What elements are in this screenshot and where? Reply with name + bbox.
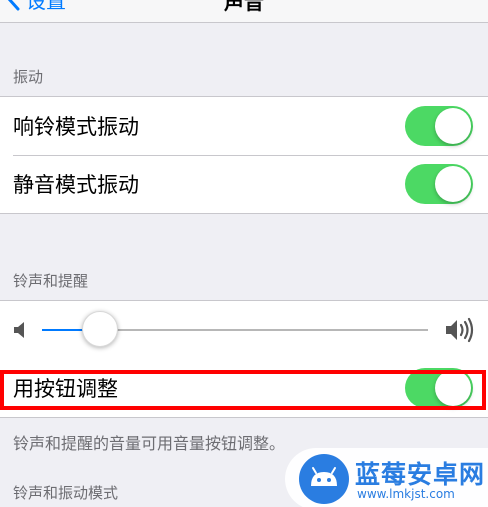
change-with-buttons-toggle[interactable] [405,368,473,408]
navigation-bar: 设置 声音 [0,0,488,23]
slider-thumb[interactable] [81,311,118,347]
vibration-group: 响铃模式振动 静音模式振动 [0,96,488,214]
section-header-vibration: 振动 [13,68,44,86]
section-header-sounds-patterns: 铃声和振动模式 [13,484,119,502]
android-logo-icon [299,454,349,504]
site-watermark: 蓝莓安卓网 www.lmkjst.com [285,448,488,507]
row-change-with-buttons: 用按钮调整 [0,359,488,417]
row-label: 响铃模式振动 [13,115,139,139]
ringer-volume-row [0,301,488,359]
ringer-volume-slider[interactable] [42,311,428,347]
toggle-knob [435,166,471,202]
toggle-knob [435,370,471,406]
section-header-ringer: 铃声和提醒 [13,272,89,290]
page-title: 声音 [224,0,264,14]
vibrate-on-ring-toggle[interactable] [405,106,473,146]
ringer-footer-note: 铃声和提醒的音量可用音量按钮调整。 [13,434,286,453]
watermark-name: 蓝莓安卓网 [355,460,486,489]
vibrate-on-silent-toggle[interactable] [405,164,473,204]
ringer-group: 用按钮调整 [0,300,488,418]
row-vibrate-on-ring: 响铃模式振动 [0,97,488,155]
speaker-low-icon [14,322,24,338]
row-label: 静音模式振动 [13,173,139,197]
row-vibrate-on-silent: 静音模式振动 [0,155,488,213]
watermark-url: www.lmkjst.com [357,487,455,501]
sound-settings-screen: 设置 声音 振动 响铃模式振动 静音模式振动 铃声和提醒 用按钮调整 铃声和提醒… [0,0,488,507]
speaker-high-icon [446,317,474,343]
toggle-knob [435,108,471,144]
row-label: 用按钮调整 [13,377,118,401]
